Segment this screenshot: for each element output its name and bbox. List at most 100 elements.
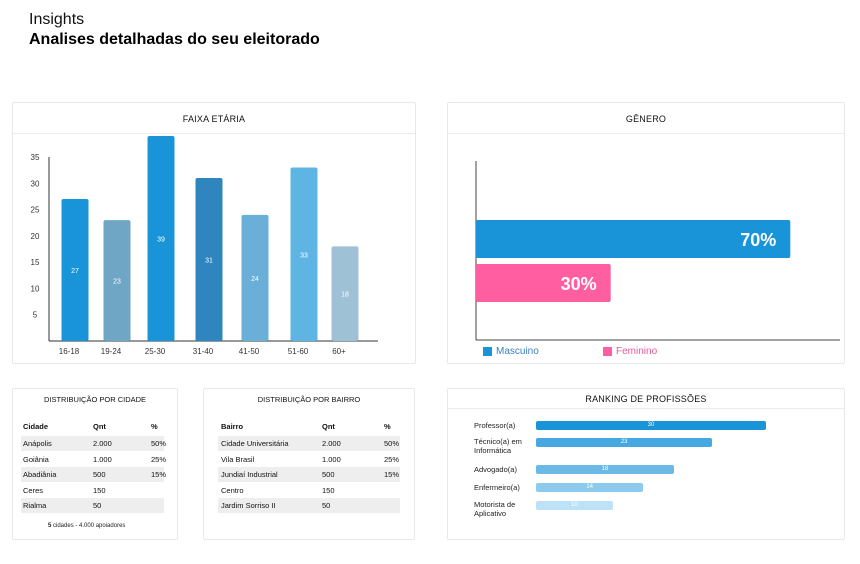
bar-value-label: 27 (71, 268, 79, 275)
table-header-cell: Qnt (93, 422, 106, 431)
ranking-bar: 23 (536, 438, 713, 447)
table-cell: 2.000 (322, 439, 341, 448)
city-distribution-card: DISTRIBUIÇÃO POR CIDADE Cidade Qnt% Anápol… (12, 388, 178, 540)
table-cell: Anápolis (23, 439, 52, 448)
ranking-label: Advogado(a) (474, 465, 517, 474)
bar-value-label: 31 (205, 258, 213, 265)
table-row: Centro 150 (218, 483, 400, 498)
bar-value-label: 24 (251, 276, 259, 283)
ranking-bar-value: 23 (620, 439, 628, 445)
divider (448, 408, 844, 409)
x-tick-label: 60+ (332, 347, 346, 356)
legend-male: Mascuino (483, 346, 539, 357)
table-row: Cidade Universitária 2.000 50% (218, 436, 400, 451)
table-header-cell: Bairro (221, 422, 244, 431)
bar-value-label: 33 (300, 252, 308, 259)
ranking-bar-value: 18 (601, 466, 609, 472)
table-header-cell: % (384, 422, 391, 431)
city-footer: 5 cidades - 4.000 apoiadores (48, 523, 125, 529)
y-tick-label: 15 (31, 258, 40, 267)
table-row: Jundiaí Industrial 500 15% (218, 467, 400, 482)
table-cell: 500 (322, 470, 335, 479)
ranking-bar-value: 10 (570, 502, 578, 508)
ranking-bar: 18 (536, 465, 674, 474)
table-row: Ceres 150 (21, 483, 164, 498)
legend-female-label: Feminino (616, 346, 658, 357)
ranking-bar-value: 30 (647, 422, 655, 428)
table-header-cell: % (151, 422, 158, 431)
table-cell: 25% (384, 454, 400, 464)
ranking-label: Motorista de Aplicativo (474, 500, 516, 518)
table-cell: 500 (93, 470, 106, 479)
table-cell: 2.000 (93, 439, 112, 448)
page-subtitle: Insights (29, 11, 85, 28)
table-row: Abadiânia 500 15% (21, 467, 167, 482)
ranking-bar: 30 (536, 421, 766, 430)
ranking-title: RANKING DE PROFISSÕES (585, 394, 707, 404)
x-tick-label: 31-40 (193, 347, 214, 356)
bar-female-label: 30% (561, 274, 597, 294)
table-cell: 50 (322, 501, 331, 510)
table-cell: 50% (151, 439, 167, 448)
table-cell: 25% (151, 454, 167, 464)
legend-female-swatch (603, 347, 612, 356)
bar-value-label: 39 (157, 236, 165, 243)
table-cell: 50% (384, 439, 400, 448)
table-header-cell: Qnt (322, 422, 335, 431)
table-row: Anápolis 2.000 50% (21, 436, 167, 451)
city-table-title: DISTRIBUIÇÃO POR CIDADE (43, 395, 147, 404)
table-row: Jardim Sorriso II 50 (218, 498, 400, 513)
y-tick-label: 20 (31, 232, 40, 241)
gender-chart-card: GÊNERO 70% 30% Mascuino Feminino (447, 102, 845, 364)
city-footer-text: cidades - 4.000 apoiadores (53, 523, 126, 529)
x-tick-label: 25-30 (145, 347, 166, 356)
table-cell: 1.000 (93, 454, 112, 464)
table-cell: 15% (151, 470, 167, 479)
bairro-table-title: DISTRIBUIÇÃO POR BAIRRO (257, 395, 361, 404)
y-tick-label: 25 (31, 206, 40, 215)
table-cell: 15% (384, 470, 400, 479)
bar-value-label: 18 (341, 292, 349, 299)
table-row: Vila Brasil 1.000 25% (218, 452, 400, 467)
table-cell: Jundiaí Industrial (221, 470, 278, 479)
legend-female: Feminino (603, 346, 657, 357)
table-cell: Abadiânia (23, 470, 57, 479)
table-header-row: Bairro Qnt% (218, 419, 400, 434)
table-header-cell: Cidade (23, 422, 49, 431)
table-cell: 1.000 (322, 454, 341, 464)
legend-male-label: Mascuino (496, 346, 539, 357)
ranking-bar: 14 (536, 483, 644, 492)
ranking-label: Técnico(a) em Informática (474, 437, 522, 455)
table-cell: Cidade Universitária (221, 439, 289, 448)
table-cell: Rialma (23, 501, 47, 510)
profession-ranking-card: RANKING DE PROFISSÕES Professor(a) 30 Técn… (447, 388, 845, 540)
table-cell: Goiânia (23, 454, 49, 464)
bairro-distribution-card: DISTRIBUIÇÃO POR BAIRRO Bairro Qnt% Cidade… (203, 388, 415, 540)
x-tick-label: 51-60 (288, 347, 309, 356)
table-cell: Ceres (23, 485, 44, 495)
ranking-bar-value: 14 (586, 484, 593, 490)
table-cell: Jardim Sorriso II (221, 501, 276, 510)
bar-value-label: 23 (113, 279, 121, 286)
age-bar-chart: 5 10 15 20 25 30 35 27 16-18 23 19-24 39 25-30 31 31-4… (31, 135, 378, 356)
page-title: Analises detalhadas do seu eleitorado (29, 31, 320, 48)
y-tick-label: 35 (31, 153, 40, 162)
table-cell: Centro (221, 485, 244, 495)
city-footer-count: 5 (48, 523, 52, 529)
ranking-label: Enfermeiro(a) (474, 483, 520, 492)
table-cell: 50 (93, 501, 102, 510)
y-tick-label: 30 (31, 179, 40, 188)
legend-male-swatch (483, 347, 492, 356)
x-tick-label: 16-18 (59, 347, 80, 356)
bar-male-label: 70% (740, 230, 776, 250)
table-row: Rialma 50 (21, 498, 164, 513)
gender-bar-chart: 70% 30% (475, 161, 840, 341)
ranking-label: Professor(a) (474, 421, 516, 430)
table-row: Goiânia 1.000 25% (21, 452, 167, 467)
y-tick-label: 10 (31, 284, 40, 293)
table-cell: 150 (322, 485, 335, 495)
age-chart-card: FAIXA ETÁRIA 5 10 15 20 25 30 35 27 16-18 23 19-24… (12, 102, 416, 364)
table-header-row: Cidade Qnt% (21, 419, 164, 434)
table-cell: Vila Brasil (221, 454, 255, 464)
table-cell: 150 (93, 485, 106, 495)
